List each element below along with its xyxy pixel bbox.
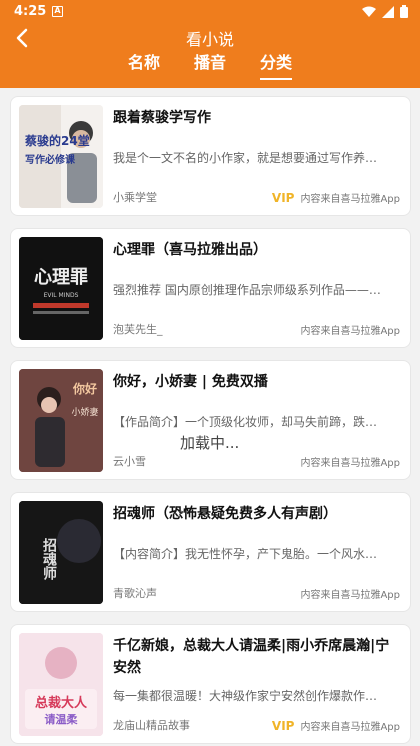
book-cover: 招魂师 <box>19 501 103 604</box>
book-meta: 内容来自喜马拉雅App <box>294 322 400 337</box>
cover-title: 心理罪 <box>34 267 88 288</box>
book-description: 强烈推荐 国内原创推理作品宗师级系列作品——… <box>113 283 381 297</box>
book-title: 心理罪（喜马拉雅出品） <box>113 242 267 258</box>
tab-category[interactable]: 分类 <box>260 52 293 82</box>
book-description: 每一集都很温暖！大神级作家宁安然创作爆款作… <box>113 689 378 703</box>
vip-badge: VIP <box>271 718 295 733</box>
loading-indicator: 加载中... <box>180 434 240 452</box>
cover-subtitle: EVIL MINDS <box>44 292 79 299</box>
book-description: 【作品简介】一个顶级化妆师，却马失前蹄，跌… <box>113 415 378 429</box>
battery-icon <box>400 5 408 18</box>
list-item[interactable]: 心理罪 EVIL MINDS 心理罪（喜马拉雅出品） 强烈推荐 国内原创推理作品… <box>10 228 411 348</box>
cover-title: 招魂师 <box>41 537 57 581</box>
app-header: 看小说 名称 播音 分类 <box>0 24 420 88</box>
cover-subtitle: 写作必修课 <box>25 153 76 166</box>
status-time: 4:25 <box>14 4 47 19</box>
source-label: 内容来自喜马拉雅App <box>300 194 400 205</box>
list-item[interactable]: 你好 小娇妻 你好，小娇妻 | 免费双播 【作品简介】一个顶级化妆师，却马失前蹄… <box>10 360 411 480</box>
book-list: 蔡骏的24堂 写作必修课 跟着蔡骏学写作 我是个一文不名的小作家，就是想要通过写… <box>0 88 420 746</box>
list-item[interactable]: 总裁大人 请温柔 千亿新娘，总裁大人请温柔|雨小乔席晨瀚|宁安然 每一集都很温暖… <box>10 624 411 744</box>
notification-a-icon: A <box>52 6 63 17</box>
source-label: 内容来自喜马拉雅App <box>300 458 400 469</box>
book-author: 云小雪 <box>113 455 146 468</box>
book-meta: VIP 内容来自喜马拉雅App <box>271 190 400 206</box>
book-description: 我是个一文不名的小作家，就是想要通过写作养… <box>113 151 378 165</box>
book-title: 招魂师（恐怖悬疑免费多人有声剧） <box>113 506 337 522</box>
cover-title: 总裁大人 <box>35 695 88 711</box>
book-cover: 蔡骏的24堂 写作必修课 <box>19 105 103 208</box>
source-label: 内容来自喜马拉雅App <box>300 722 400 733</box>
status-icons <box>362 5 408 18</box>
tab-name[interactable]: 名称 <box>128 52 160 82</box>
cover-subtitle: 请温柔 <box>45 712 79 726</box>
tab-bar: 名称 播音 分类 <box>0 52 420 82</box>
book-author: 龙庙山精品故事 <box>113 719 190 732</box>
book-meta: 内容来自喜马拉雅App <box>294 586 400 601</box>
tab-broadcast[interactable]: 播音 <box>194 52 226 82</box>
book-author: 泡芙先生_ <box>113 323 163 336</box>
list-item[interactable]: 招魂师 招魂师（恐怖悬疑免费多人有声剧） 【内容简介】我无性怀孕，产下鬼胎。一个… <box>10 492 411 612</box>
source-label: 内容来自喜马拉雅App <box>300 326 400 337</box>
book-description: 【内容简介】我无性怀孕，产下鬼胎。一个风水… <box>113 547 378 561</box>
book-title: 你好，小娇妻 | 免费双播 <box>113 374 268 390</box>
book-meta: VIP 内容来自喜马拉雅App <box>271 718 400 734</box>
book-cover: 你好 小娇妻 <box>19 369 103 472</box>
book-cover: 心理罪 EVIL MINDS <box>19 237 103 340</box>
list-item[interactable]: 蔡骏的24堂 写作必修课 跟着蔡骏学写作 我是个一文不名的小作家，就是想要通过写… <box>10 96 411 216</box>
page-title: 看小说 <box>185 30 234 49</box>
cover-subtitle: 小娇妻 <box>71 406 98 418</box>
book-author: 小乘学堂 <box>113 191 157 204</box>
wifi-icon <box>362 6 376 17</box>
source-label: 内容来自喜马拉雅App <box>300 590 400 601</box>
cover-title: 蔡骏的24堂 <box>24 133 90 148</box>
book-cover: 总裁大人 请温柔 <box>19 633 103 736</box>
book-meta: 内容来自喜马拉雅App <box>294 454 400 469</box>
book-title: 千亿新娘，总裁大人请温柔|雨小乔席晨瀚|宁安然 <box>113 638 390 676</box>
status-bar: 4:25 A <box>0 0 420 24</box>
signal-icon <box>382 5 394 18</box>
vip-badge: VIP <box>271 190 295 205</box>
book-title: 跟着蔡骏学写作 <box>113 110 211 126</box>
book-author: 青歌沁声 <box>113 587 157 600</box>
cover-title: 你好 <box>72 381 97 396</box>
